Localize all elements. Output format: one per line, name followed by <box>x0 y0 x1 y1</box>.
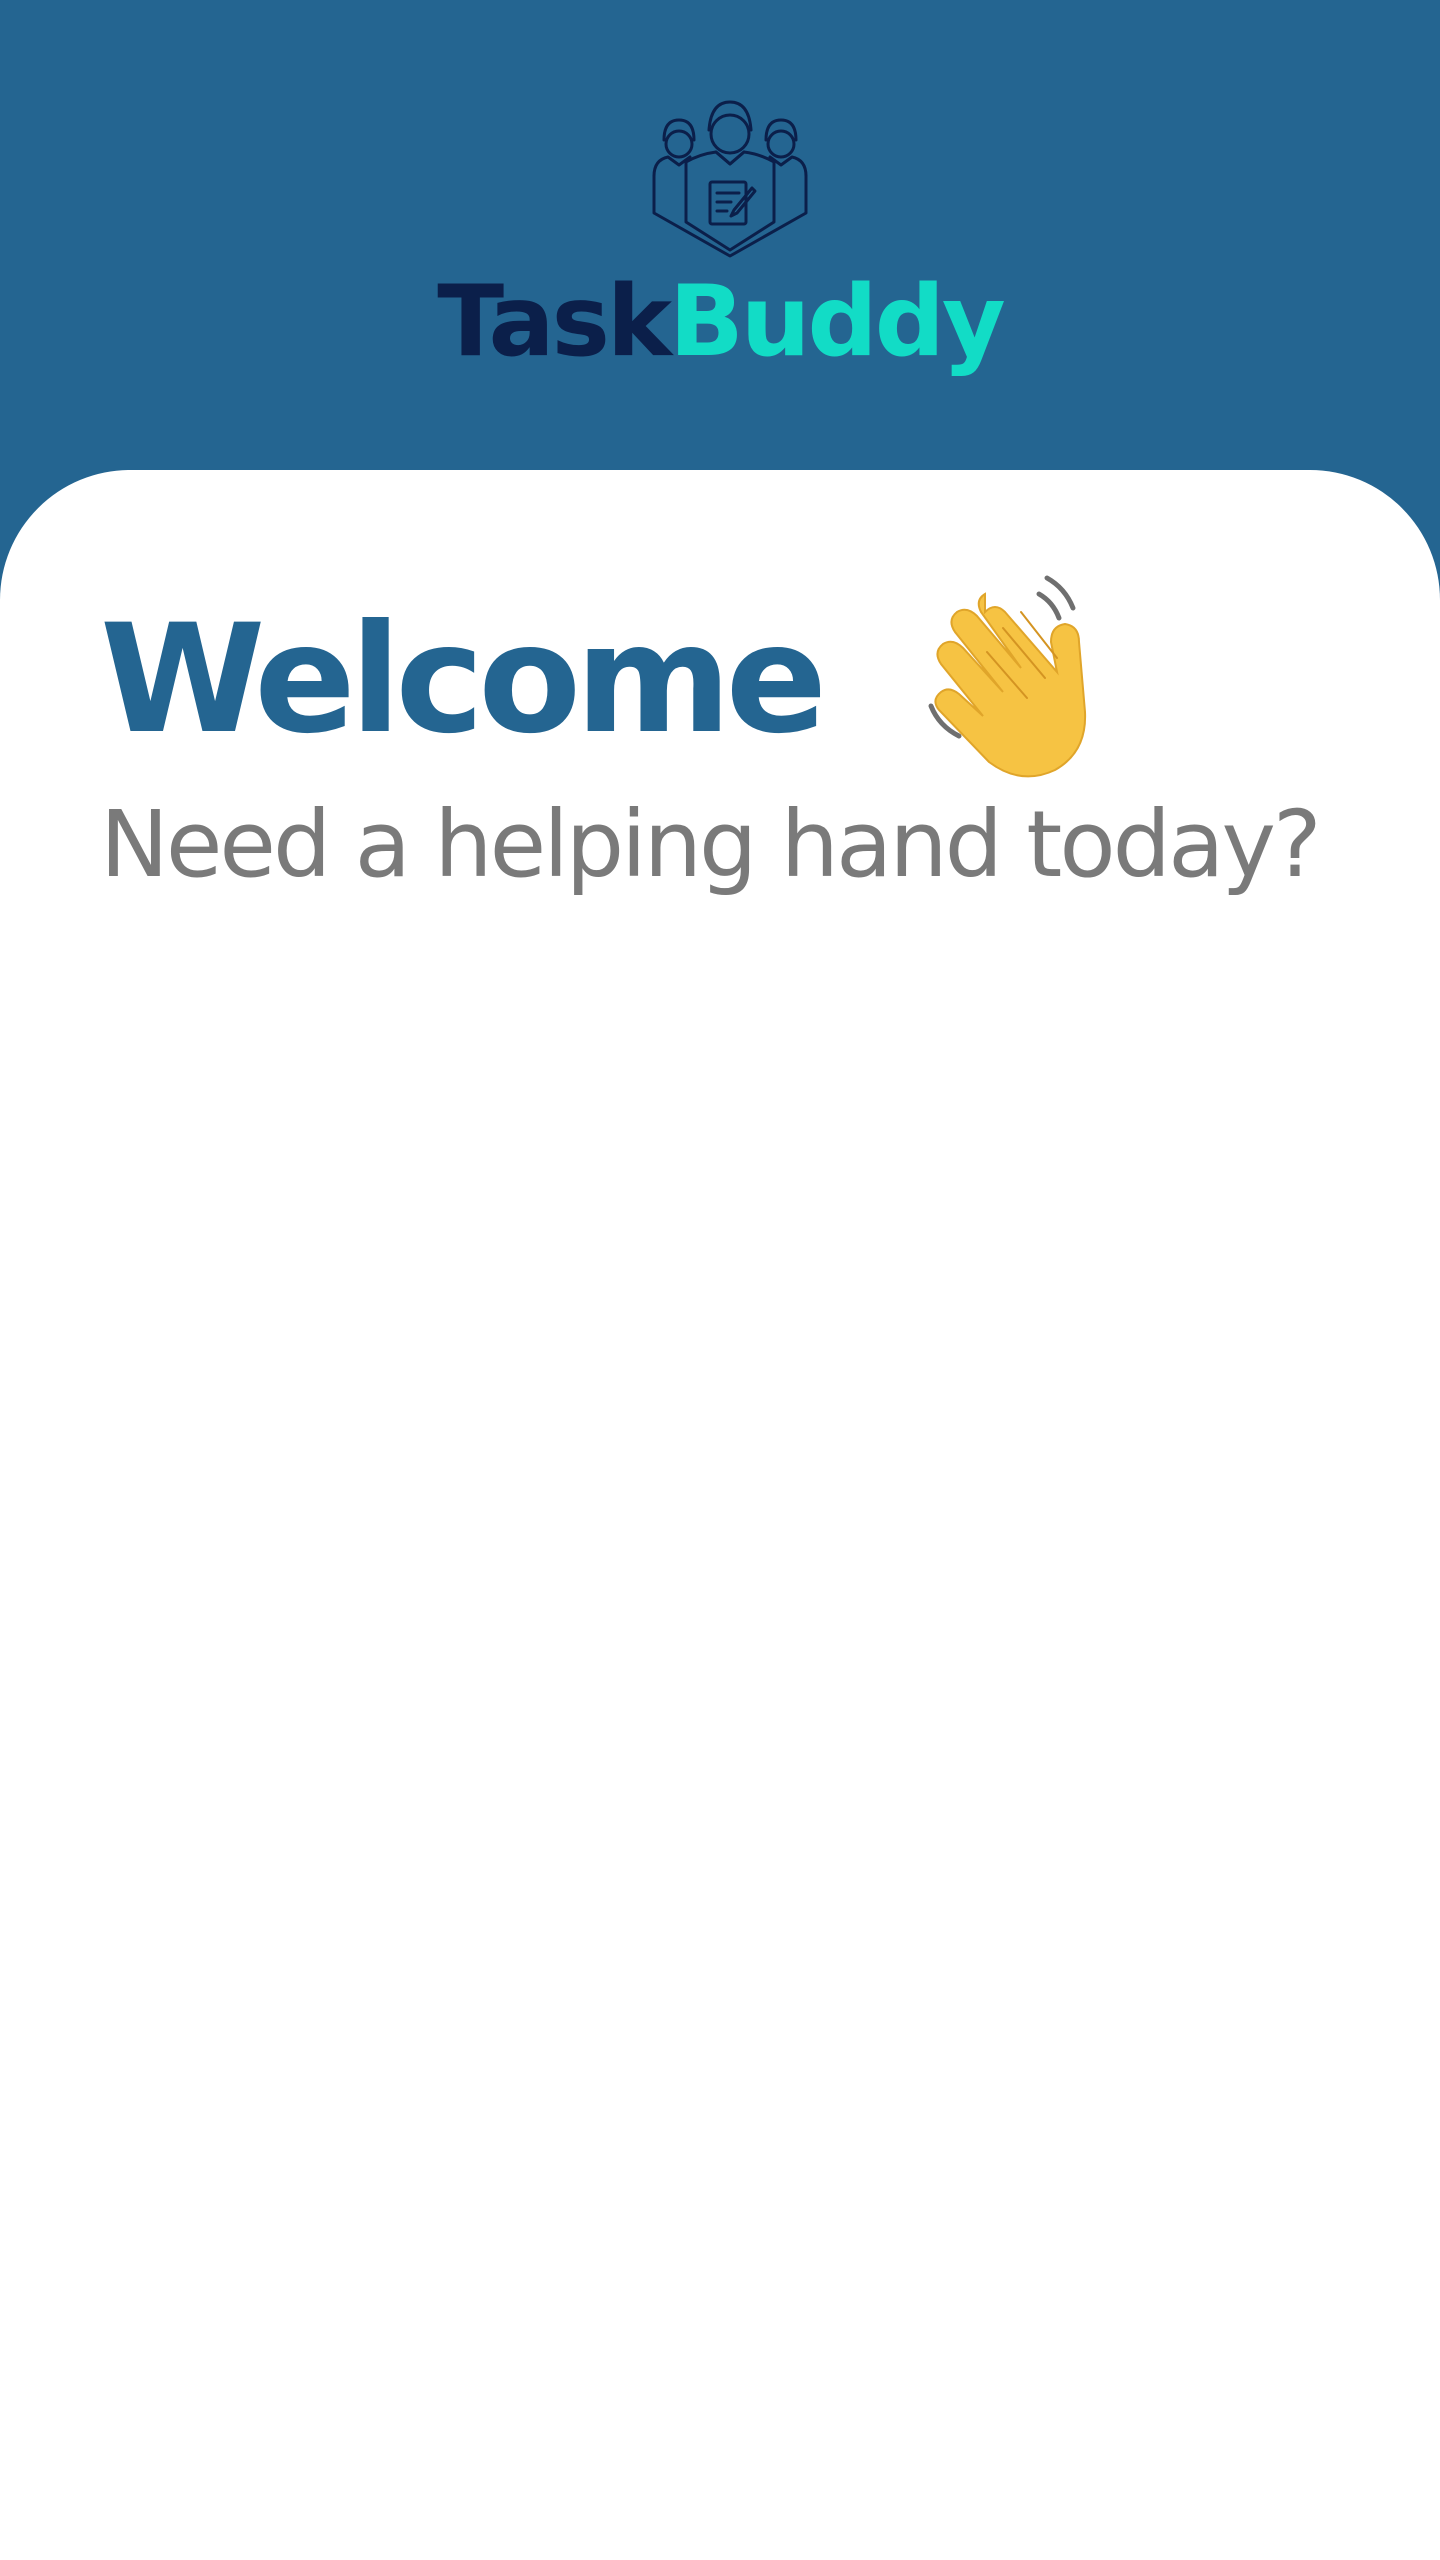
page-title: Welcome <box>100 593 827 767</box>
subtitle: Need a helping hand today? <box>100 791 1322 898</box>
brand-wordmark: TaskBuddy <box>0 262 1440 382</box>
brand-task: Task <box>437 265 672 379</box>
content-card <box>0 470 1440 2560</box>
team-document-icon <box>652 100 808 258</box>
waving-hand-icon <box>928 575 1087 778</box>
brand-buddy: Buddy <box>669 265 1006 379</box>
